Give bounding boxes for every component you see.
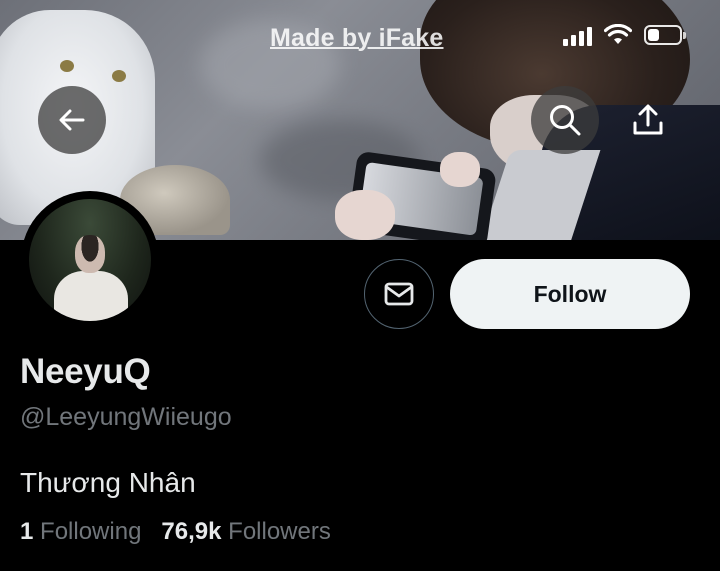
- back-button[interactable]: [38, 86, 106, 154]
- follow-button[interactable]: Follow: [450, 259, 690, 329]
- avatar-image: [29, 199, 151, 321]
- following-count: 1: [20, 518, 34, 545]
- message-button[interactable]: [364, 259, 434, 329]
- wifi-icon: [604, 24, 632, 44]
- banner-hand: [335, 190, 395, 240]
- bio: Thương Nhân: [20, 467, 196, 498]
- following-link[interactable]: 1 Following: [20, 518, 141, 546]
- envelope-icon: [384, 282, 414, 306]
- watermark: Made by iFake: [270, 24, 444, 52]
- battery-level: [648, 29, 659, 41]
- display-name: NeeyuQ: [20, 352, 151, 391]
- status-bar: [563, 24, 686, 46]
- cellular-signal-icon: [563, 24, 592, 46]
- followers-link[interactable]: 76,9k Followers: [161, 518, 330, 546]
- share-button[interactable]: [614, 86, 682, 154]
- arrow-left-icon: [59, 109, 85, 131]
- follow-stats: 1 Following 76,9k Followers: [20, 518, 331, 546]
- search-icon: [550, 105, 581, 136]
- share-icon: [633, 104, 663, 135]
- user-handle: @LeeyungWiieugo: [20, 403, 232, 431]
- search-button[interactable]: [531, 86, 599, 154]
- banner-hand: [440, 152, 480, 187]
- followers-label: Followers: [228, 518, 331, 545]
- avatar[interactable]: [21, 191, 159, 329]
- followers-count: 76,9k: [161, 518, 222, 545]
- battery-icon: [644, 25, 686, 45]
- following-label: Following: [40, 518, 142, 545]
